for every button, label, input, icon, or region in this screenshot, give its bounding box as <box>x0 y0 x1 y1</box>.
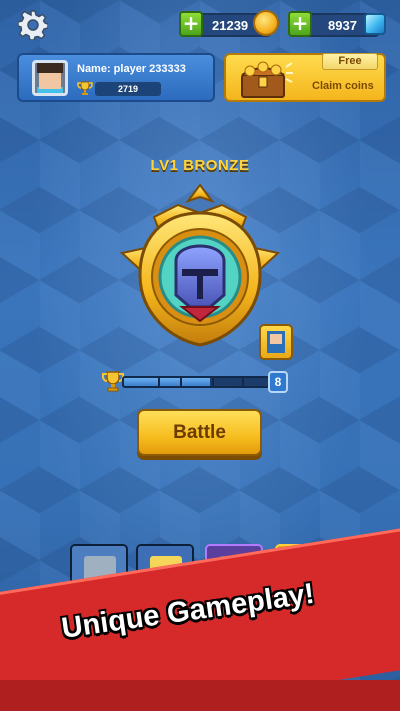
trophy-count: 2719 <box>95 82 161 96</box>
rank-progress-bar <box>122 376 270 388</box>
next-reward-icon[interactable] <box>259 324 293 360</box>
player-profile-card[interactable]: Name: player 233333 2719 <box>17 53 215 102</box>
coin-amount: 21239 <box>212 17 249 33</box>
battle-button[interactable]: Battle <box>137 409 262 456</box>
gear-icon[interactable] <box>18 10 48 40</box>
rank-progress-fill <box>124 378 211 386</box>
free-tag: Free <box>322 53 378 70</box>
treasure-chest-icon <box>241 61 293 98</box>
claim-coins-label: Claim coins <box>312 80 374 92</box>
next-level-badge: 8 <box>268 371 288 393</box>
add-coins-button[interactable]: + <box>179 11 203 37</box>
rank-title: LV1 BRONZE <box>150 157 250 174</box>
gem-amount: 8937 <box>328 17 357 33</box>
rank-badge-icon <box>120 183 280 347</box>
promo-banner-shade <box>0 680 400 711</box>
trophy-icon <box>77 81 93 95</box>
player-name: Name: player 233333 <box>77 63 186 75</box>
avatar <box>32 60 68 96</box>
coin-icon <box>253 10 279 36</box>
gem-icon <box>364 13 386 35</box>
claim-coins-button[interactable]: Free Claim coins <box>224 53 386 102</box>
add-gems-button[interactable]: + <box>288 11 312 37</box>
